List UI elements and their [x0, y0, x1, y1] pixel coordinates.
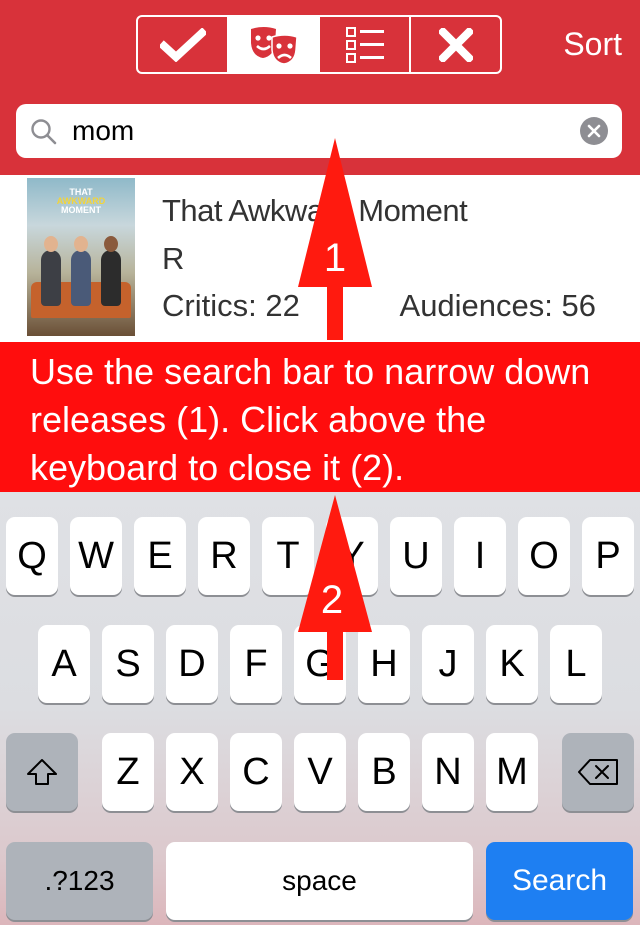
key-f[interactable]: F [230, 625, 282, 703]
space-key[interactable]: space [166, 842, 473, 920]
key-h[interactable]: H [358, 625, 410, 703]
poster-figure-head [104, 236, 118, 252]
navigation-header: Sort [0, 0, 640, 175]
poster-figure [41, 250, 61, 306]
search-key[interactable]: Search [486, 842, 633, 920]
movie-poster: THAT AWKWARD MOMENT [27, 178, 135, 336]
critics-score: Critics: 22 [162, 288, 300, 323]
key-w[interactable]: W [70, 517, 122, 595]
key-p[interactable]: P [582, 517, 634, 595]
key-x[interactable]: X [166, 733, 218, 811]
theater-masks-icon [250, 26, 298, 65]
movie-list-item[interactable]: THAT AWKWARD MOMENT That Awkward Moment … [0, 175, 640, 343]
search-key-label: Search [511, 864, 608, 897]
search-bar[interactable] [16, 104, 622, 158]
tab-checked[interactable] [138, 17, 229, 72]
key-i[interactable]: I [454, 517, 506, 595]
tutorial-text: Use the search bar to narrow down releas… [30, 351, 591, 488]
poster-figure-head [74, 236, 88, 252]
poster-figure [101, 250, 121, 306]
key-t[interactable]: T [262, 517, 314, 595]
shift-icon [27, 759, 57, 785]
key-v[interactable]: V [294, 733, 346, 811]
key-u[interactable]: U [390, 517, 442, 595]
key-q[interactable]: Q [6, 517, 58, 595]
poster-figure-head [44, 236, 58, 252]
key-b[interactable]: B [358, 733, 410, 811]
tutorial-banner[interactable]: Use the search bar to narrow down releas… [0, 342, 640, 492]
movie-title: That Awkward Moment [162, 193, 468, 228]
delete-key[interactable] [562, 733, 634, 811]
keyboard: Q W E R T Y U I O P A S D F G H J K L Z … [0, 492, 640, 925]
tab-list[interactable] [320, 17, 411, 72]
filter-segmented-control [136, 15, 502, 74]
key-l[interactable]: L [550, 625, 602, 703]
tab-theater[interactable] [229, 17, 320, 72]
numbers-key-label: .?123 [44, 865, 115, 896]
clear-search-button[interactable] [580, 117, 608, 145]
poster-figure [71, 250, 91, 306]
tab-dismissed[interactable] [411, 17, 500, 72]
key-z[interactable]: Z [102, 733, 154, 811]
movie-rating: R [162, 241, 185, 276]
key-n[interactable]: N [422, 733, 474, 811]
checkmark-icon [159, 27, 206, 62]
key-e[interactable]: E [134, 517, 186, 595]
key-y[interactable]: Y [326, 517, 378, 595]
space-key-label: space [282, 865, 357, 896]
key-j[interactable]: J [422, 625, 474, 703]
key-a[interactable]: A [38, 625, 90, 703]
numbers-key[interactable]: .?123 [6, 842, 153, 920]
search-input[interactable] [72, 112, 572, 150]
key-r[interactable]: R [198, 517, 250, 595]
key-c[interactable]: C [230, 733, 282, 811]
key-s[interactable]: S [102, 625, 154, 703]
backspace-icon [578, 759, 618, 785]
clear-icon [587, 124, 601, 138]
close-x-icon [438, 27, 473, 62]
audiences-score: Audiences: 56 [399, 288, 596, 323]
poster-title: THAT AWKWARD MOMENT [56, 187, 106, 215]
key-d[interactable]: D [166, 625, 218, 703]
key-m[interactable]: M [486, 733, 538, 811]
sort-button[interactable]: Sort [563, 24, 622, 64]
search-icon [31, 119, 57, 145]
key-g[interactable]: G [294, 625, 346, 703]
key-o[interactable]: O [518, 517, 570, 595]
list-icon [345, 26, 384, 63]
key-k[interactable]: K [486, 625, 538, 703]
shift-key[interactable] [6, 733, 78, 811]
